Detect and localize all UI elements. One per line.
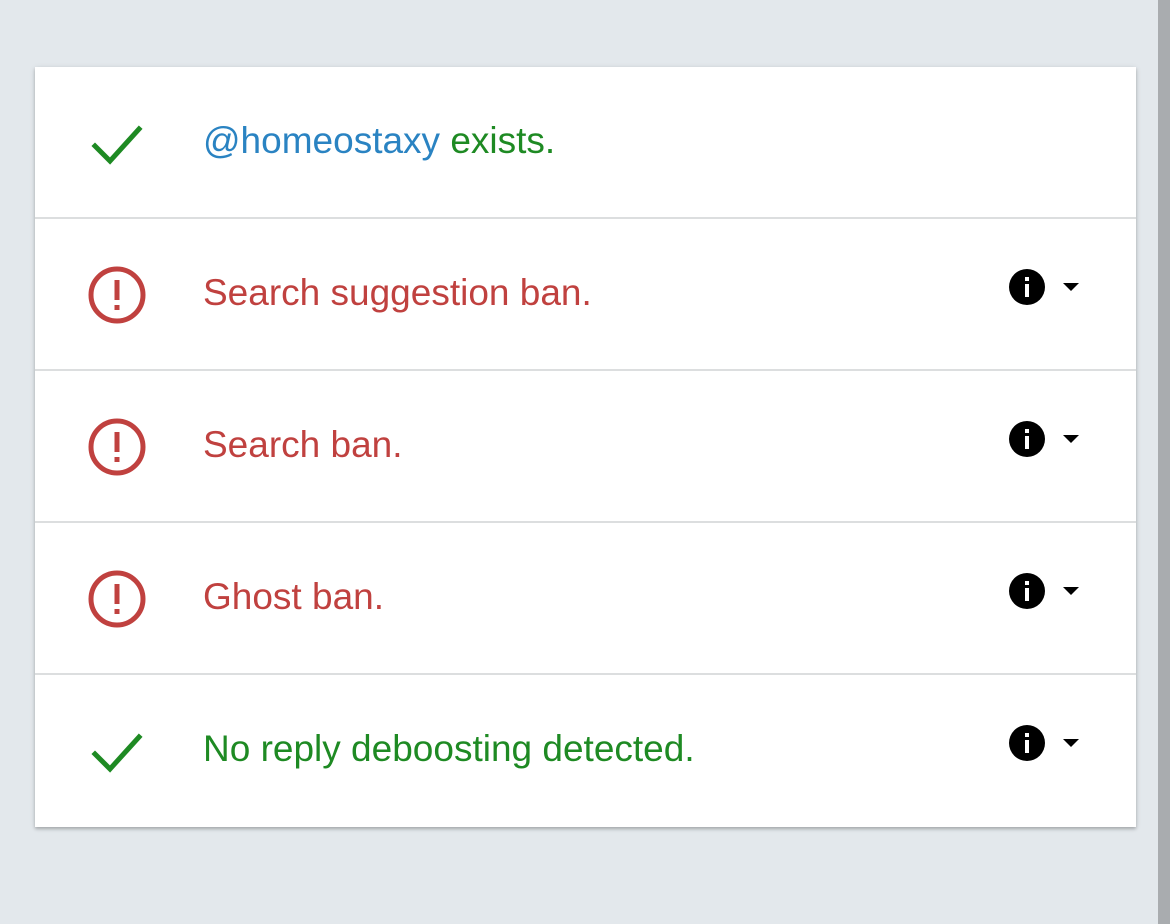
alert-circle-icon — [85, 263, 149, 327]
info-icon[interactable] — [1008, 724, 1046, 762]
alert-circle-icon — [85, 415, 149, 479]
result-text: Search suggestion ban. — [203, 272, 592, 313]
result-row-search-suggestion-ban: Search suggestion ban. — [35, 219, 1136, 371]
row-actions — [1008, 267, 1084, 307]
shadowban-results-card: @homeostaxy exists. Search suggestion ba… — [35, 67, 1136, 827]
info-icon[interactable] — [1008, 572, 1046, 610]
result-row-account-exists: @homeostaxy exists. — [35, 67, 1136, 219]
result-text: No reply deboosting detected. — [203, 728, 695, 769]
result-row-ghost-ban: Ghost ban. — [35, 523, 1136, 675]
caret-down-icon[interactable] — [1058, 578, 1084, 604]
result-text: Ghost ban. — [203, 576, 385, 617]
checkmark-icon — [85, 719, 149, 783]
checkmark-icon — [85, 111, 149, 175]
scrollbar[interactable] — [1158, 0, 1170, 924]
caret-down-icon[interactable] — [1058, 730, 1084, 756]
row-actions — [1008, 723, 1084, 763]
result-text: @homeostaxy exists. — [203, 117, 555, 165]
row-actions — [1008, 419, 1084, 459]
row-actions — [1008, 571, 1084, 611]
alert-circle-icon — [85, 567, 149, 631]
info-icon[interactable] — [1008, 268, 1046, 306]
caret-down-icon[interactable] — [1058, 426, 1084, 452]
result-row-search-ban: Search ban. — [35, 371, 1136, 523]
account-handle-link[interactable]: @homeostaxy — [203, 120, 440, 161]
result-status-text: exists. — [440, 120, 556, 161]
result-row-reply-deboosting: No reply deboosting detected. — [35, 675, 1136, 827]
caret-down-icon[interactable] — [1058, 274, 1084, 300]
result-text: Search ban. — [203, 424, 403, 465]
info-icon[interactable] — [1008, 420, 1046, 458]
